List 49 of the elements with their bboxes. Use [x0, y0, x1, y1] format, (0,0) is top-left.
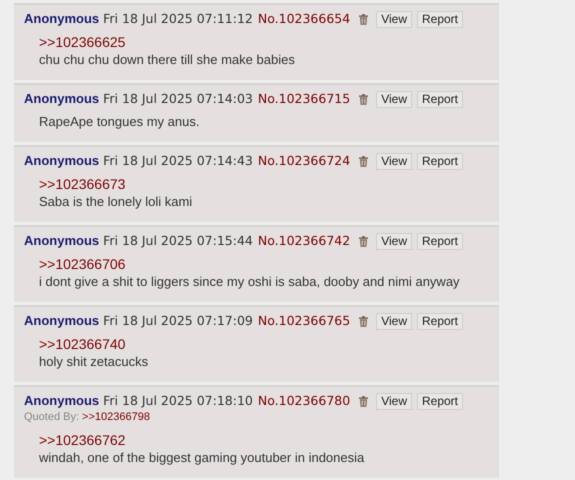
report-button[interactable]: Report	[416, 312, 464, 330]
post-text: windah, one of the biggest gaming youtuber in indonesia	[39, 449, 364, 467]
report-button[interactable]: Report	[416, 152, 464, 170]
quote-link[interactable]: >>102366798	[82, 408, 150, 426]
view-button[interactable]: View	[376, 10, 412, 28]
post-number[interactable]: No.102366742	[258, 232, 350, 250]
post-number[interactable]: No.102366724	[258, 152, 350, 170]
poster-name: Anonymous	[24, 232, 100, 250]
quoted-by-label: Quoted By:	[24, 410, 80, 425]
trash-icon[interactable]	[359, 396, 368, 406]
trash-icon[interactable]	[359, 94, 368, 104]
report-button[interactable]: Report	[416, 90, 464, 108]
quote-link[interactable]: >>102366625	[39, 33, 126, 51]
post-number[interactable]: No.102366765	[258, 312, 350, 330]
post-number[interactable]: No.102366654	[258, 10, 350, 28]
poster-name: Anonymous	[24, 152, 100, 170]
trash-icon[interactable]	[359, 14, 368, 24]
post-number[interactable]: No.102366780	[258, 392, 350, 410]
post-date: Fri 18 Jul 2025 07:14:43	[103, 152, 253, 170]
view-button[interactable]: View	[376, 312, 412, 330]
report-button[interactable]: Report	[416, 10, 464, 28]
quote-link[interactable]: >>102366762	[39, 431, 126, 449]
trash-icon[interactable]	[359, 236, 368, 246]
quote-link[interactable]: >>102366673	[39, 175, 126, 193]
quote-link[interactable]: >>102366740	[39, 335, 126, 353]
view-button[interactable]: View	[376, 90, 412, 108]
post-text: holy shit zetacucks	[39, 353, 148, 371]
report-button[interactable]: Report	[416, 232, 464, 250]
post-date: Fri 18 Jul 2025 07:14:03	[103, 90, 253, 108]
view-button[interactable]: View	[376, 232, 412, 250]
post-text: Saba is the lonely loli kami	[39, 193, 192, 211]
quote-link[interactable]: >>102366706	[39, 255, 126, 273]
poster-name: Anonymous	[24, 312, 100, 330]
post-text: i dont give a shit to liggers since my oshi is saba, dooby and nimi anyway	[39, 273, 460, 291]
post-text: chu chu chu down there till she make babies	[39, 51, 295, 69]
view-button[interactable]: View	[376, 152, 412, 170]
post-date: Fri 18 Jul 2025 07:17:09	[103, 312, 253, 330]
post-number[interactable]: No.102366715	[258, 90, 350, 108]
view-button[interactable]: View	[376, 392, 412, 410]
poster-name: Anonymous	[24, 10, 100, 28]
post-date: Fri 18 Jul 2025 07:15:44	[103, 232, 253, 250]
poster-name: Anonymous	[24, 90, 100, 108]
poster-name: Anonymous	[24, 392, 100, 410]
trash-icon[interactable]	[359, 156, 368, 166]
report-button[interactable]: Report	[416, 392, 464, 410]
post-text: RapeApe tongues my anus.	[39, 113, 200, 131]
post-date: Fri 18 Jul 2025 07:18:10	[103, 392, 253, 410]
trash-icon[interactable]	[359, 316, 368, 326]
post-date: Fri 18 Jul 2025 07:11:12	[103, 10, 253, 28]
